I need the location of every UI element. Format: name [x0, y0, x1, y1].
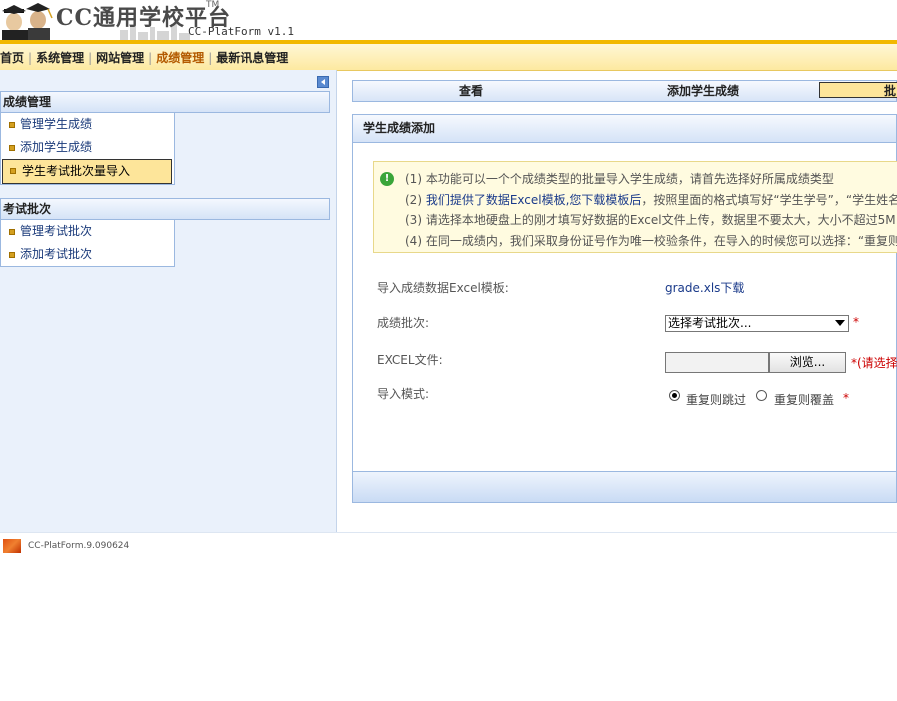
collapse-sidebar-icon[interactable]: [317, 76, 329, 88]
file-hint: *(请选择本: [851, 356, 897, 370]
sidebar-item-batch-import[interactable]: 学生考试批次量导入: [2, 159, 172, 184]
sidebar: 成绩管理 管理学生成绩 添加学生成绩 学生考试批次量导入 考试批次 管理考试批次…: [0, 70, 337, 532]
radio-skip-label: 重复则跳过: [686, 393, 747, 407]
tab-bar: 查看 添加学生成绩 批: [352, 80, 897, 102]
tab-batch-import[interactable]: 批: [819, 82, 897, 98]
sidebar-item-add-grades[interactable]: 添加学生成绩: [1, 136, 174, 159]
notice-line-4: (4) 在同一成绩内，我们采取身份证号作为唯一校验条件，在导入的时候您可以选择：…: [405, 234, 897, 248]
grade-add-panel: 学生成绩添加 ! (1) 本功能可以一个个成绩类型的批量导入学生成绩，请首先选择…: [352, 114, 897, 503]
notice-line-2-prefix: (2): [405, 193, 426, 207]
radio-overwrite-duplicates[interactable]: [756, 390, 767, 401]
template-label: 导入成绩数据Excel模板:: [377, 281, 509, 295]
notice-line-1: (1) 本功能可以一个个成绩类型的批量导入学生成绩，请首先选择好所属成绩类型: [405, 172, 834, 186]
required-mark: *: [843, 391, 849, 405]
trademark-mark: TM: [206, 0, 220, 10]
bullet-icon: [10, 168, 16, 174]
footer-logo-icon: [3, 539, 21, 553]
nav-separator: |: [208, 51, 213, 65]
footer-divider: [0, 532, 897, 533]
required-mark: *: [853, 315, 859, 329]
batch-select-value: 选择考试批次...: [668, 316, 752, 330]
sidebar-item-manage-grades[interactable]: 管理学生成绩: [1, 113, 174, 136]
notice-line-2: (2) 我们提供了数据Excel模板,您下载模板后，按照里面的格式填写好“学生学…: [405, 191, 897, 208]
file-path-input[interactable]: [665, 352, 769, 373]
nav-separator: |: [88, 51, 93, 65]
mode-label: 导入模式:: [377, 387, 430, 401]
sidebar-item-label: 管理学生成绩: [20, 117, 93, 131]
panel-footer: [353, 471, 896, 502]
template-download-link[interactable]: grade.xls下载: [665, 279, 744, 296]
notice-box: ! (1) 本功能可以一个个成绩类型的批量导入学生成绩，请首先选择好所属成绩类型…: [373, 161, 897, 253]
sidebar-menu-grades: 管理学生成绩 添加学生成绩 学生考试批次量导入: [0, 113, 175, 185]
radio-skip-duplicates[interactable]: [669, 390, 680, 401]
radio-overwrite-label: 重复则覆盖: [774, 393, 835, 407]
browse-button[interactable]: 浏览...: [769, 352, 846, 373]
main-content: 查看 添加学生成绩 批 学生成绩添加 ! (1) 本功能可以一个个成绩类型的批量…: [352, 70, 897, 532]
top-nav: 首页 | 系统管理 | 网站管理 | 成绩管理 | 最新讯息管理: [0, 44, 897, 71]
bullet-icon: [9, 229, 15, 235]
app-header: CC通用学校平台 TM CC-PlatForm v1.1: [0, 0, 897, 40]
nav-separator: |: [28, 51, 33, 65]
batch-label: 成绩批次:: [377, 316, 430, 330]
graduates-logo-icon: [2, 3, 53, 40]
sidebar-item-add-batch[interactable]: 添加考试批次: [1, 243, 174, 266]
nav-separator: |: [148, 51, 153, 65]
tab-add-grades[interactable]: 添加学生成绩: [589, 81, 817, 101]
tab-view[interactable]: 查看: [353, 81, 589, 101]
panel-title: 学生成绩添加: [353, 115, 896, 143]
file-label: EXCEL文件:: [377, 353, 443, 367]
notice-template-link[interactable]: 我们提供了数据Excel模板,您下载模板后: [426, 193, 642, 207]
sidebar-item-label: 管理考试批次: [20, 224, 93, 238]
notice-line-2-rest: ，按照里面的格式填写好“学生学号”，“学生姓名”，: [641, 193, 897, 207]
sidebar-item-label: 添加考试批次: [20, 247, 93, 261]
bullet-icon: [9, 252, 15, 258]
bullet-icon: [9, 122, 15, 128]
sidebar-group-grades[interactable]: 成绩管理: [0, 91, 330, 113]
info-icon: !: [380, 172, 394, 186]
nav-home[interactable]: 首页: [0, 51, 24, 65]
nav-grades[interactable]: 成绩管理: [156, 51, 204, 65]
nav-website[interactable]: 网站管理: [96, 51, 144, 65]
chevron-down-icon: [835, 320, 845, 326]
nav-news[interactable]: 最新讯息管理: [216, 51, 288, 65]
sidebar-menu-exam-batch: 管理考试批次 添加考试批次: [0, 220, 175, 267]
nav-system[interactable]: 系统管理: [36, 51, 84, 65]
sidebar-item-manage-batches[interactable]: 管理考试批次: [1, 220, 174, 243]
bullet-icon: [9, 145, 15, 151]
notice-line-3: (3) 请选择本地硬盘上的刚才填写好数据的Excel文件上传，数据里不要太大，大…: [405, 213, 897, 227]
sidebar-item-label: 添加学生成绩: [20, 140, 93, 154]
app-version: CC-PlatForm v1.1: [188, 25, 294, 38]
batch-select[interactable]: 选择考试批次...: [665, 315, 849, 332]
sidebar-item-label: 学生考试批次量导入: [22, 164, 131, 178]
sidebar-group-exam-batch[interactable]: 考试批次: [0, 198, 330, 220]
template-download-link-text[interactable]: grade.xls下载: [665, 281, 744, 295]
footer-version: CC-PlatForm.9.090624: [28, 541, 130, 551]
